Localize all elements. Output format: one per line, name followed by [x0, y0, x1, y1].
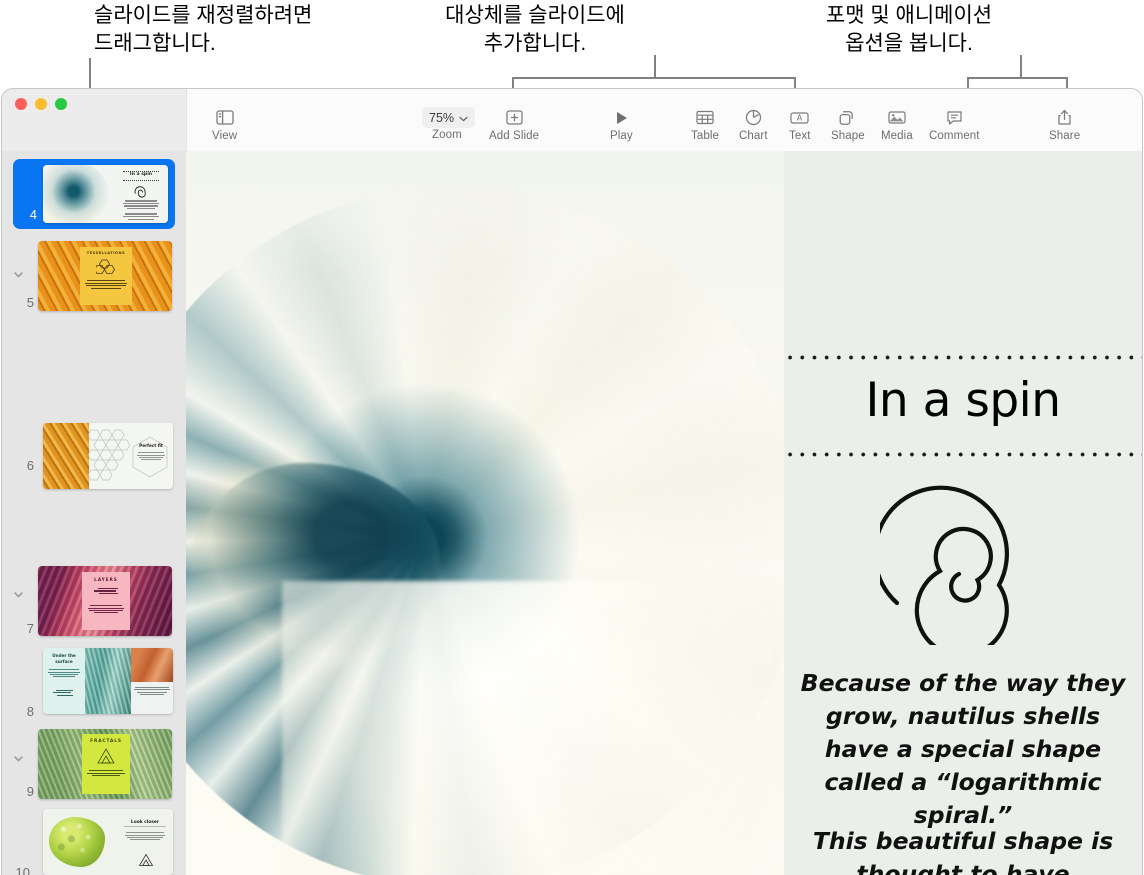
slide-thumbnail[interactable]: LAYERS [38, 566, 172, 636]
slide-body-paragraph-2[interactable]: This beautiful shape is thought to have … [800, 825, 1126, 875]
chevron-down-icon[interactable] [12, 268, 25, 281]
slide-number: 9 [26, 784, 34, 799]
keynote-window: Patterns Nature.key View 75% Zoom [2, 89, 1142, 875]
table-icon [696, 108, 714, 127]
slide-thumbnail[interactable]: Under the surface [43, 648, 173, 714]
toolbar-zoom-label-wrap: Zoom [432, 129, 462, 141]
spiral-icon[interactable] [784, 485, 1142, 645]
slide-text-panel[interactable]: In a spin Because of the way they grow, … [784, 151, 1142, 875]
slide-number: 10 [15, 865, 30, 875]
bracket-format-animate [967, 77, 1068, 89]
chevron-down-icon [459, 109, 468, 127]
plus-square-icon [505, 108, 523, 127]
slide-thumbnail[interactable]: Perfect fit [43, 423, 173, 489]
callout-add-object: 대상체를 슬라이드에 추가합니다. [445, 4, 625, 55]
toolbar-view-label: View [212, 130, 238, 142]
slide-thumbnail[interactable]: Look closer [43, 809, 173, 875]
sidebar-icon [215, 108, 234, 127]
share-icon [1057, 108, 1072, 127]
chart-icon [745, 108, 762, 127]
callout-reorder-slides: 슬라이드를 재정렬하려면 드래그합니다. [94, 4, 313, 55]
slide-number: 5 [26, 295, 34, 310]
toolbar: View 75% Zoom Add Slide Play Table Chart… [186, 89, 1142, 152]
toolbar-text-button[interactable]: A Text [789, 108, 811, 142]
toolbar-comment-button[interactable]: Comment [929, 108, 980, 142]
slide-number: 7 [26, 621, 34, 636]
dotted-rule-top [784, 355, 1142, 360]
slide-body-paragraph-1[interactable]: Because of the way they grow, nautilus s… [800, 667, 1126, 832]
nautilus-shell-photo[interactable] [186, 151, 784, 875]
toolbar-add-slide-button[interactable]: Add Slide [489, 108, 539, 142]
toolbar-chart-button[interactable]: Chart [739, 108, 768, 142]
toolbar-comment-label: Comment [929, 130, 980, 142]
leader-line-format-animate [1020, 55, 1022, 79]
toolbar-play-button[interactable]: Play [610, 108, 633, 142]
toolbar-shape-button[interactable]: Shape [831, 108, 865, 142]
slide-title[interactable]: In a spin [784, 373, 1142, 428]
toolbar-shape-label: Shape [831, 130, 865, 142]
slide-thumbnail[interactable]: TESSELLATIONS [38, 241, 172, 311]
shape-icon [839, 108, 857, 127]
callout-format-animate: 포맷 및 애니메이션 옵션을 봅니다. [825, 4, 993, 55]
toolbar-play-label: Play [610, 130, 633, 142]
slide-number: 4 [29, 207, 37, 222]
toolbar-table-button[interactable]: Table [691, 108, 719, 142]
slide-number: 6 [26, 458, 34, 473]
toolbar-share-button[interactable]: Share [1049, 108, 1080, 142]
toolbar-view-button[interactable]: View [212, 108, 237, 142]
zoom-value: 75% [429, 110, 455, 125]
slide-thumbnail[interactable]: In a spin [43, 165, 168, 223]
slide-thumbnail[interactable]: FRACTALS [38, 729, 172, 799]
dotted-rule-bottom [784, 452, 1142, 457]
toolbar-share-label: Share [1049, 130, 1081, 142]
leader-line-add-object [654, 55, 656, 79]
toolbar-zoom-label: Zoom [432, 129, 462, 141]
svg-text:A: A [797, 113, 803, 122]
comment-icon [946, 108, 963, 127]
toolbar-text-label: Text [789, 130, 811, 142]
text-box-icon: A [790, 108, 809, 127]
chevron-down-icon[interactable] [12, 752, 25, 765]
slide-number: 8 [26, 704, 34, 719]
toolbar-media-label: Media [881, 130, 913, 142]
toolbar-table-label: Table [691, 130, 719, 142]
slide-navigator[interactable]: 4 In a spin 5 TESSELLATIONS 6 Perfect fi… [2, 151, 186, 875]
toolbar-add-slide-label: Add Slide [489, 130, 540, 142]
toolbar-media-button[interactable]: Media [881, 108, 913, 142]
chevron-down-icon[interactable] [12, 588, 25, 601]
slide-canvas[interactable]: In a spin Because of the way they grow, … [186, 151, 1142, 875]
toolbar-chart-label: Chart [739, 130, 768, 142]
play-icon [614, 108, 629, 127]
toolbar-zoom-control[interactable]: 75% [422, 107, 476, 128]
media-icon [888, 108, 906, 127]
